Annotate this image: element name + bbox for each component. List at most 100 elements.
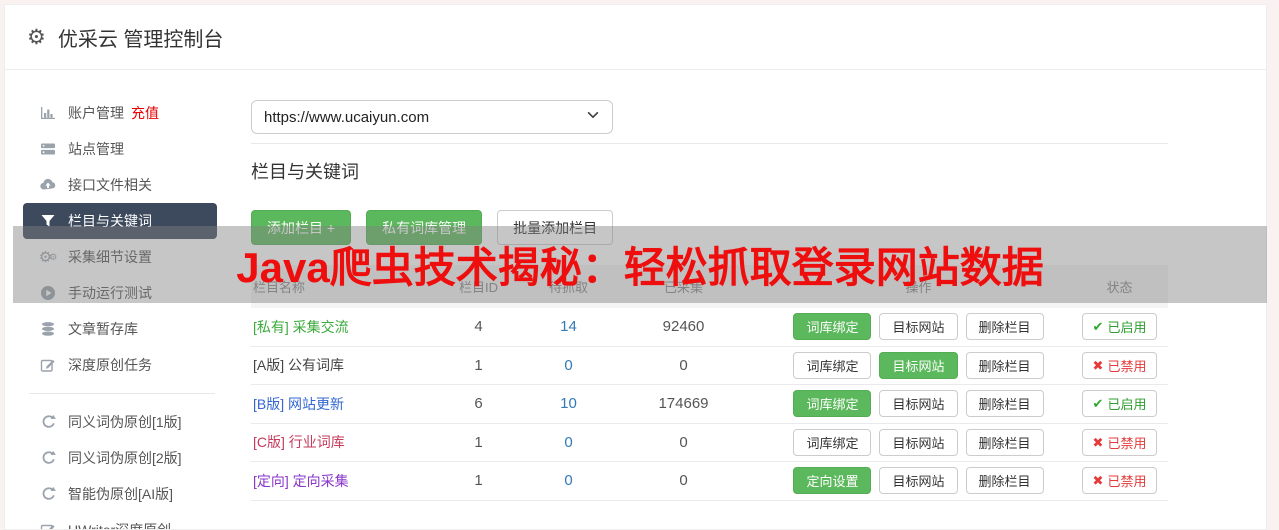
row-actions: 定向设置目标网站删除栏目	[766, 467, 1071, 494]
status-badge[interactable]: ✔ 已启用	[1082, 390, 1158, 417]
sidebar-item-ai-rewrite[interactable]: 智能伪原创[AI版]	[23, 476, 217, 512]
column-name-link[interactable]: [私有] 采集交流	[253, 319, 349, 335]
sidebar-item-account[interactable]: 账户管理 充值	[23, 95, 217, 131]
status-badge[interactable]: ✖ 已禁用	[1082, 429, 1158, 456]
column-name-link[interactable]: [A版] 公有词库	[253, 357, 344, 373]
table-row: [A版] 公有词库 1 0 0 词库绑定目标网站删除栏目 ✖ 已禁用	[251, 347, 1168, 386]
row-actions: 词库绑定目标网站删除栏目	[766, 313, 1071, 340]
header-collected: 已采集	[601, 277, 766, 296]
sidebar-divider	[29, 393, 215, 394]
direct-setting-button[interactable]: 定向设置	[793, 467, 871, 494]
gear-icon: ⚙	[27, 27, 46, 48]
thesaurus-bind-button[interactable]: 词库绑定	[793, 429, 871, 456]
delete-column-button[interactable]: 删除栏目	[966, 429, 1044, 456]
delete-column-button[interactable]: 删除栏目	[966, 313, 1044, 340]
status-badge[interactable]: ✖ 已禁用	[1082, 352, 1158, 379]
sidebar-item-deep-original[interactable]: 深度原创任务	[23, 347, 217, 383]
header-pending: 待抓取	[536, 277, 601, 296]
sidebar-item-sites[interactable]: 站点管理	[23, 131, 217, 167]
table-body: [私有] 采集交流 4 14 92460 词库绑定目标网站删除栏目 ✔ 已启用 …	[251, 308, 1168, 501]
columns-table: 栏目名称 栏目ID 待抓取 已采集 操作 状态 [私有] 采集交流 4 14 9…	[251, 265, 1168, 501]
page-title: 栏目与关键词	[251, 158, 1266, 184]
status-badge[interactable]: ✖ 已禁用	[1082, 467, 1158, 494]
sidebar-item-interface-files[interactable]: 接口文件相关	[23, 167, 217, 203]
header-actions: 操作	[766, 277, 1071, 296]
thesaurus-bind-button[interactable]: 词库绑定	[793, 352, 871, 379]
toolbar: 添加栏目 + 私有词库管理 批量添加栏目	[251, 210, 1266, 245]
column-id-value: 6	[421, 395, 536, 412]
column-id-value: 1	[421, 357, 536, 374]
recharge-link[interactable]: 充值	[131, 103, 159, 123]
target-site-button[interactable]: 目标网站	[879, 467, 957, 494]
table-row: [C版] 行业词库 1 0 0 词库绑定目标网站删除栏目 ✖ 已禁用	[251, 424, 1168, 463]
add-column-button[interactable]: 添加栏目 +	[251, 210, 351, 245]
sidebar: 账户管理 充值 站点管理 接口文件相关 栏目与关键词 ⚙⚙ 采集细节设置 手动运…	[5, 70, 251, 530]
thesaurus-bind-button[interactable]: 词库绑定	[793, 390, 871, 417]
cross-icon: ✖	[1093, 474, 1104, 487]
pending-count-link[interactable]: 0	[564, 434, 572, 451]
cross-icon: ✖	[1093, 359, 1104, 372]
collected-count: 0	[601, 357, 766, 374]
column-name-link[interactable]: [B版] 网站更新	[253, 396, 344, 412]
header-column-id: 栏目ID	[421, 277, 536, 296]
target-site-button[interactable]: 目标网站	[879, 313, 957, 340]
row-actions: 词库绑定目标网站删除栏目	[766, 429, 1071, 456]
collected-count: 0	[601, 434, 766, 451]
header-column-name: 栏目名称	[251, 277, 421, 296]
sidebar-item-manual-test[interactable]: 手动运行测试	[23, 275, 217, 311]
check-icon: ✔	[1093, 397, 1104, 410]
row-actions: 词库绑定目标网站删除栏目	[766, 390, 1071, 417]
target-site-button[interactable]: 目标网站	[879, 390, 957, 417]
edit-icon	[39, 357, 57, 373]
server-icon	[39, 141, 57, 157]
row-actions: 词库绑定目标网站删除栏目	[766, 352, 1071, 379]
sidebar-item-article-cache[interactable]: 文章暂存库	[23, 311, 217, 347]
site-selector-dropdown[interactable]: https://www.ucaiyun.com	[251, 100, 613, 134]
table-row: [私有] 采集交流 4 14 92460 词库绑定目标网站删除栏目 ✔ 已启用	[251, 308, 1168, 347]
divider	[251, 143, 1168, 144]
status-badge[interactable]: ✔ 已启用	[1082, 313, 1158, 340]
sidebar-item-columns-keywords[interactable]: 栏目与关键词	[23, 203, 217, 239]
table-row: [定向] 定向采集 1 0 0 定向设置目标网站删除栏目 ✖ 已禁用	[251, 462, 1168, 501]
private-thesaurus-button[interactable]: 私有词库管理	[366, 210, 482, 245]
delete-column-button[interactable]: 删除栏目	[966, 467, 1044, 494]
sidebar-item-uwriter[interactable]: UWriter深度原创	[23, 512, 217, 530]
sidebar-item-synonym-1[interactable]: 同义词伪原创[1版]	[23, 404, 217, 440]
pending-count-link[interactable]: 14	[560, 318, 577, 335]
batch-add-column-button[interactable]: 批量添加栏目	[497, 210, 613, 245]
delete-column-button[interactable]: 删除栏目	[966, 390, 1044, 417]
column-id-value: 4	[421, 318, 536, 335]
app-window: ⚙ 优采云 管理控制台 账户管理 充值 站点管理 接口文件相关 栏目与关键词 ⚙…	[4, 4, 1267, 530]
cross-icon: ✖	[1093, 436, 1104, 449]
refresh-icon	[39, 450, 57, 466]
database-icon	[39, 321, 57, 337]
table-header-row: 栏目名称 栏目ID 待抓取 已采集 操作 状态	[251, 265, 1168, 308]
delete-column-button[interactable]: 删除栏目	[966, 352, 1044, 379]
sidebar-item-collect-details[interactable]: ⚙⚙ 采集细节设置	[23, 239, 217, 275]
gears-icon: ⚙⚙	[39, 249, 57, 265]
target-site-button[interactable]: 目标网站	[879, 352, 957, 379]
filter-icon	[39, 213, 57, 229]
pending-count-link[interactable]: 0	[564, 472, 572, 489]
column-id-value: 1	[421, 434, 536, 451]
table-row: [B版] 网站更新 6 10 174669 词库绑定目标网站删除栏目 ✔ 已启用	[251, 385, 1168, 424]
main-content: https://www.ucaiyun.com 栏目与关键词 添加栏目 + 私有…	[251, 70, 1266, 530]
app-header: ⚙ 优采云 管理控制台	[5, 5, 1266, 70]
collected-count: 92460	[601, 318, 766, 335]
refresh-icon	[39, 414, 57, 430]
sidebar-item-synonym-2[interactable]: 同义词伪原创[2版]	[23, 440, 217, 476]
column-name-link[interactable]: [定向] 定向采集	[253, 473, 349, 489]
edit-icon	[39, 522, 57, 530]
chevron-down-icon	[586, 108, 600, 126]
cloud-upload-icon	[39, 177, 57, 193]
column-name-link[interactable]: [C版] 行业词库	[253, 434, 345, 450]
pending-count-link[interactable]: 10	[560, 395, 577, 412]
site-selector-value: https://www.ucaiyun.com	[264, 109, 429, 126]
thesaurus-bind-button[interactable]: 词库绑定	[793, 313, 871, 340]
target-site-button[interactable]: 目标网站	[879, 429, 957, 456]
pending-count-link[interactable]: 0	[564, 357, 572, 374]
check-icon: ✔	[1093, 320, 1104, 333]
refresh-icon	[39, 486, 57, 502]
collected-count: 174669	[601, 395, 766, 412]
column-id-value: 1	[421, 472, 536, 489]
